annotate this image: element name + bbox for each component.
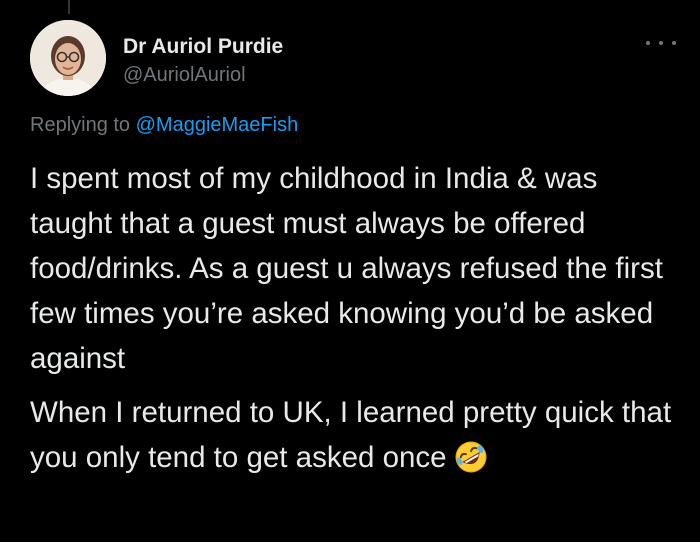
replying-prefix: Replying to	[30, 114, 131, 136]
tweet-paragraph-2-text: When I returned to UK, I learned pretty …	[30, 396, 672, 474]
replying-to-line: Replying to @MaggieMaeFish	[30, 114, 298, 137]
tweet-paragraph-1: I spent most of my childhood in India & …	[30, 162, 663, 375]
tweet-text: I spent most of my childhood in India & …	[30, 156, 680, 480]
user-handle[interactable]: @AuriolAuriol	[123, 62, 283, 88]
more-dot	[672, 41, 676, 45]
tweet-header: Dr Auriol Purdie @AuriolAuriol	[30, 20, 680, 100]
replying-to-link[interactable]: @MaggieMaeFish	[136, 114, 299, 136]
tweet-paragraph-2: When I returned to UK, I learned pretty …	[30, 390, 680, 480]
rolling-on-floor-laughing-emoji-icon	[453, 439, 489, 475]
thread-connector-line	[68, 0, 70, 14]
avatar[interactable]	[30, 20, 106, 96]
display-name[interactable]: Dr Auriol Purdie	[123, 34, 283, 60]
author-names: Dr Auriol Purdie @AuriolAuriol	[123, 34, 283, 88]
more-horizontal-icon[interactable]	[646, 36, 676, 50]
more-dot	[659, 41, 663, 45]
avatar-photo	[30, 20, 106, 96]
more-dot	[646, 41, 650, 45]
